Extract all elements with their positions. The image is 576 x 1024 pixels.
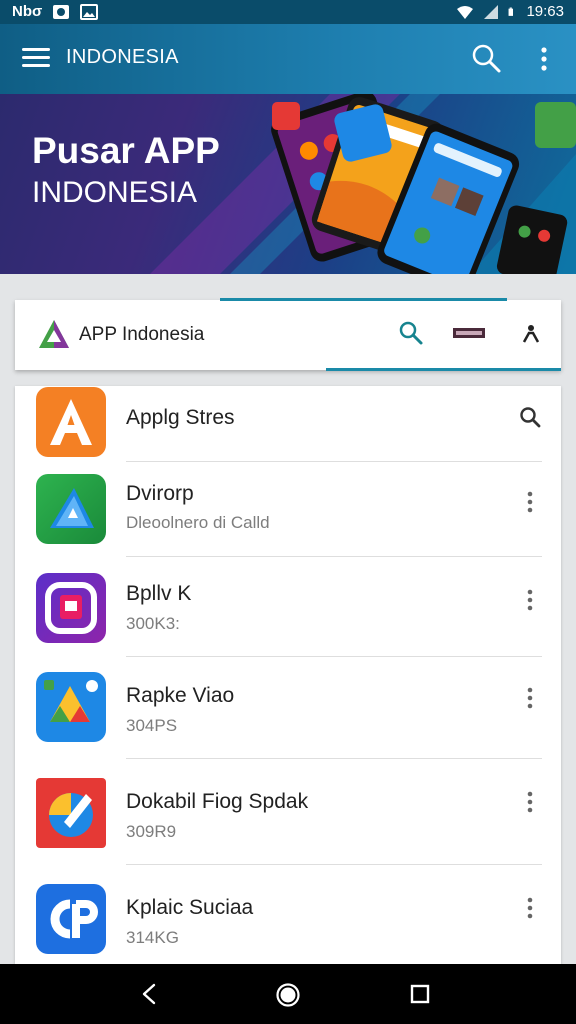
- menu-icon[interactable]: [22, 48, 50, 68]
- divider: [126, 556, 542, 557]
- time-text: 19:63: [526, 3, 564, 20]
- tab-indicator-top: [220, 298, 507, 301]
- hero-subtitle: INDONESIA: [32, 176, 198, 209]
- app-bar: INDONESIA: [0, 24, 576, 94]
- toolbar-title: APP Indonesia: [79, 324, 205, 345]
- app-name: Kplaic Suciaa: [126, 896, 254, 919]
- pen-app-icon: [36, 778, 106, 848]
- letter-a-app-icon: [36, 387, 106, 457]
- back-icon[interactable]: [138, 982, 162, 1006]
- list-item[interactable]: Dvirorp Dleoolnero di Calld: [15, 462, 561, 558]
- person-icon[interactable]: [522, 322, 540, 344]
- photo-icon: [53, 4, 70, 19]
- more-vert-icon[interactable]: [523, 896, 537, 920]
- app-bar-title: INDONESIA: [66, 46, 179, 68]
- home-icon[interactable]: [275, 982, 301, 1008]
- app-name: Dokabil Fiog Spdak: [126, 790, 309, 813]
- list-item[interactable]: Applg Stres: [15, 386, 561, 464]
- app-logo-icon: [39, 320, 69, 348]
- nav-bar: [0, 964, 576, 1024]
- more-vert-icon[interactable]: [534, 44, 554, 74]
- cp-app-icon: [36, 884, 106, 954]
- app-list: Applg Stres Dvirorp Dleoolnero di Calld …: [15, 386, 561, 964]
- search-icon[interactable]: [398, 320, 424, 346]
- triangle-app-icon: [36, 474, 106, 544]
- hero-title: Pusar APP: [32, 130, 220, 171]
- recents-icon[interactable]: [410, 984, 430, 1004]
- search-icon[interactable]: [519, 406, 541, 428]
- search-icon[interactable]: [470, 42, 502, 74]
- tab-indicator-bottom: [326, 368, 561, 371]
- app-subtitle: 300K3:: [126, 614, 180, 633]
- divider: [126, 758, 542, 759]
- list-item[interactable]: Bpllv K 300K3:: [15, 558, 561, 658]
- app-name: Applg Stres: [126, 406, 235, 429]
- list-item[interactable]: Kplaic Suciaa 314KG: [15, 866, 561, 964]
- list-item[interactable]: Dokabil Fiog Spdak 309R9: [15, 760, 561, 866]
- divider: [126, 656, 542, 657]
- more-vert-icon[interactable]: [523, 686, 537, 710]
- battery-icon: [509, 7, 514, 16]
- wifi-icon: [457, 5, 474, 19]
- app-subtitle: Dleoolnero di Calld: [126, 513, 270, 532]
- more-vert-icon[interactable]: [523, 588, 537, 612]
- app-subtitle: 309R9: [126, 822, 177, 841]
- toolbar-card: APP Indonesia: [15, 300, 561, 370]
- app-name: Rapke Viao: [126, 684, 235, 707]
- hero-banner[interactable]: Pusar APP INDONESIA: [0, 94, 576, 274]
- drive-app-icon: [36, 672, 106, 742]
- image-icon: [80, 3, 99, 20]
- divider: [126, 864, 542, 865]
- camera-app-icon: [36, 573, 106, 643]
- more-vert-icon[interactable]: [523, 490, 537, 514]
- bar-icon[interactable]: [453, 326, 485, 340]
- list-item[interactable]: Rapke Viao 304PS: [15, 658, 561, 760]
- app-name: Bpllv K: [126, 582, 192, 605]
- app-subtitle: 314KG: [126, 928, 179, 947]
- carrier-text: Nbσ: [12, 3, 43, 20]
- status-bar: Nbσ 19:63: [0, 0, 576, 24]
- app-name: Dvirorp: [126, 482, 194, 505]
- more-vert-icon[interactable]: [523, 790, 537, 814]
- signal-icon: [484, 4, 499, 19]
- app-subtitle: 304PS: [126, 716, 178, 735]
